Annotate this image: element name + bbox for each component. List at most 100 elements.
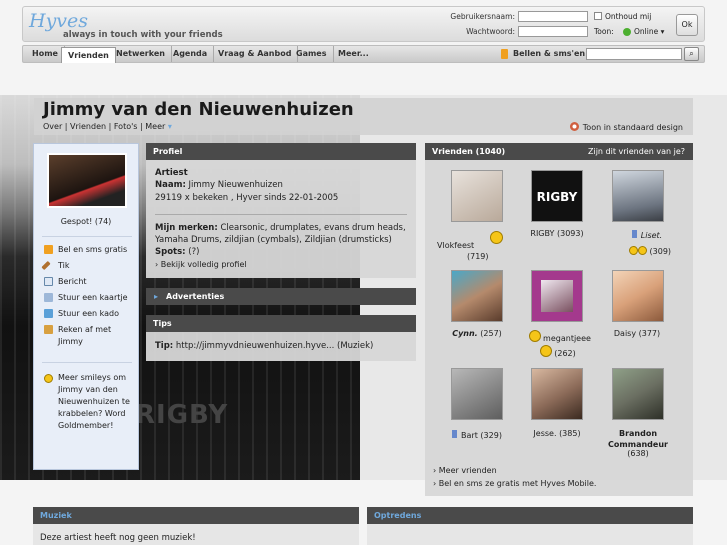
nav-meer[interactable]: Meer... bbox=[332, 46, 375, 62]
friend-megantjeee[interactable]: megantjeee bbox=[527, 333, 607, 344]
divider bbox=[42, 236, 132, 237]
toon-standaard-link[interactable]: Toon in standaard design bbox=[569, 122, 683, 132]
gift-icon bbox=[44, 309, 53, 318]
profile-sidebar: Gespot! (74) Bel en sms gratis Tik Beric… bbox=[33, 143, 139, 470]
more-friends-link[interactable]: › Meer vrienden bbox=[433, 465, 497, 476]
nav-home[interactable]: Home bbox=[26, 46, 65, 62]
beer-icon bbox=[44, 325, 53, 334]
profiel-heading: Profiel bbox=[146, 143, 416, 160]
hyves-logo[interactable]: Hyves always in touch with your friends bbox=[29, 10, 223, 40]
friend-vlokfeest[interactable]: Vlokfeest (719) bbox=[437, 240, 517, 262]
envelope-icon bbox=[44, 277, 53, 286]
password-input[interactable] bbox=[518, 26, 588, 37]
mobile-link[interactable]: › Bel en sms ze gratis met Hyves Mobile. bbox=[433, 478, 596, 489]
divider bbox=[155, 214, 407, 215]
friend-bart[interactable]: Bart (329) bbox=[437, 430, 517, 441]
friend-liset[interactable]: Liset. bbox=[607, 230, 687, 241]
top-header: Hyves always in touch with your friends … bbox=[22, 6, 705, 42]
muziek-panel: Deze artiest heeft nog geen muziek! bbox=[33, 524, 359, 545]
action-kado[interactable]: Stuur een kado bbox=[58, 308, 119, 320]
optredens-panel bbox=[367, 524, 693, 545]
friend-photo[interactable] bbox=[451, 170, 503, 222]
friend-brandon-count: (638) bbox=[627, 449, 649, 458]
friend-photo[interactable]: RIGBY bbox=[531, 170, 583, 222]
chevron-down-icon: ▾ bbox=[660, 27, 665, 36]
full-profile-link[interactable]: › Bekijk volledig profiel bbox=[155, 259, 247, 270]
main-nav: Home Vrienden Netwerken Agenda Vraag & A… bbox=[22, 45, 705, 63]
bellen-link[interactable]: Bellen & sms'en bbox=[513, 49, 585, 58]
friend-cynn[interactable]: Cynn. (257) bbox=[437, 328, 517, 339]
action-kaartje[interactable]: Stuur een kaartje bbox=[58, 292, 128, 304]
action-tik[interactable]: Tik bbox=[58, 260, 70, 272]
logo-tagline: always in touch with your friends bbox=[63, 30, 223, 40]
tips-heading: Tips bbox=[146, 315, 416, 332]
username-label: Gebruikersnaam: bbox=[450, 12, 515, 21]
merken-row: Mijn merken: Clearsonic, drumplates, eva… bbox=[155, 223, 406, 233]
friend-jesse[interactable]: Jesse. (385) bbox=[517, 428, 597, 439]
friend-photo[interactable] bbox=[451, 270, 503, 322]
smiley-icon bbox=[637, 246, 647, 255]
friend-photo[interactable] bbox=[612, 368, 664, 420]
muziek-heading: Muziek bbox=[33, 507, 359, 524]
chevron-down-icon: ▾ bbox=[167, 122, 172, 131]
profile-sublinks[interactable]: Over | Vrienden | Foto's | Meer ▾ bbox=[43, 122, 172, 131]
advertenties-heading[interactable]: ▸ Advertenties bbox=[146, 288, 416, 305]
remember-checkbox[interactable] bbox=[594, 12, 602, 20]
friend-photo[interactable] bbox=[612, 270, 664, 322]
divider bbox=[42, 362, 132, 363]
search-button[interactable]: ⌕ bbox=[684, 47, 699, 61]
nav-games[interactable]: Games bbox=[290, 46, 334, 62]
friend-photo-inner bbox=[541, 280, 573, 312]
username-input[interactable] bbox=[518, 11, 588, 22]
action-reken-af[interactable]: Reken af met Jimmy bbox=[58, 324, 138, 348]
search-icon: ⌕ bbox=[689, 49, 694, 58]
nav-vraag-aanbod[interactable]: Vraag & Aanbod bbox=[212, 46, 299, 62]
profile-photo[interactable] bbox=[47, 153, 127, 208]
vrienden-panel: Vlokfeest (719) RIGBY RIGBY (3093) Liset.… bbox=[425, 160, 693, 496]
smiley-icon bbox=[490, 231, 503, 244]
smiley-promo-text[interactable]: Meer smileys om Jimmy van den Nieuwenhui… bbox=[58, 372, 134, 432]
expand-icon: ▸ bbox=[154, 292, 159, 301]
vrienden-heading: Vrienden (1040) Zijn dit vrienden van je… bbox=[425, 143, 693, 160]
action-bel-sms[interactable]: Bel en sms gratis bbox=[58, 244, 127, 256]
nav-agenda[interactable]: Agenda bbox=[167, 46, 215, 62]
login-ok-button[interactable]: Ok bbox=[676, 14, 698, 36]
gespot-count[interactable]: Gespot! (74) bbox=[34, 217, 138, 226]
friend-photo[interactable] bbox=[531, 270, 583, 322]
optredens-heading: Optredens bbox=[367, 507, 693, 524]
online-status-icon bbox=[623, 28, 631, 36]
artist-label: Artiest bbox=[155, 168, 188, 178]
card-icon bbox=[44, 293, 53, 302]
naam-row: Naam: Jimmy Nieuwenhuizen bbox=[155, 180, 283, 190]
nav-netwerken[interactable]: Netwerken bbox=[110, 46, 172, 62]
smiley-icon bbox=[628, 246, 638, 255]
profiel-panel: Artiest Naam: Jimmy Nieuwenhuizen 29119 … bbox=[146, 160, 416, 278]
status-select[interactable]: Online ▾ bbox=[634, 27, 664, 36]
merken-row-2: Yamaha Drums, zildjian (cymbals), Zildji… bbox=[155, 235, 392, 245]
action-bericht[interactable]: Bericht bbox=[58, 276, 87, 288]
search-input[interactable] bbox=[586, 48, 682, 60]
background-rigby-text: RIGBY bbox=[135, 400, 229, 430]
lifebuoy-icon bbox=[569, 122, 579, 131]
muziek-empty-text: Deze artiest heeft nog geen muziek! bbox=[40, 533, 196, 543]
friend-daisy[interactable]: Daisy (377) bbox=[597, 328, 677, 339]
friend-megantjeee-count: (262) bbox=[554, 349, 576, 358]
friend-rigby[interactable]: RIGBY (3093) bbox=[517, 228, 597, 239]
friend-photo[interactable] bbox=[451, 368, 503, 420]
nav-vrienden[interactable]: Vrienden bbox=[61, 47, 116, 63]
show-label: Toon: bbox=[594, 27, 614, 36]
status-value: Online bbox=[634, 27, 659, 36]
phone-icon bbox=[501, 49, 508, 59]
hammer-icon bbox=[41, 260, 51, 271]
password-label: Wachtwoord: bbox=[466, 27, 515, 36]
friend-brandon[interactable]: Brandon Commandeur bbox=[598, 428, 678, 450]
friend-liset-count: (309) bbox=[610, 246, 690, 257]
views-text: 29119 x bekeken , Hyver sinds 22-01-2005 bbox=[155, 193, 339, 203]
phone-icon bbox=[44, 245, 53, 254]
tips-panel: Tip: http://jimmyvdnieuwenhuizen.hyve...… bbox=[146, 332, 416, 361]
tip-row[interactable]: Tip: http://jimmyvdnieuwenhuizen.hyve...… bbox=[155, 341, 373, 352]
friend-photo[interactable] bbox=[612, 170, 664, 222]
friend-photo[interactable] bbox=[531, 368, 583, 420]
profile-name: Jimmy van den Nieuwenhuizen bbox=[43, 99, 354, 120]
vrienden-question-link[interactable]: Zijn dit vrienden van je? bbox=[588, 143, 685, 160]
